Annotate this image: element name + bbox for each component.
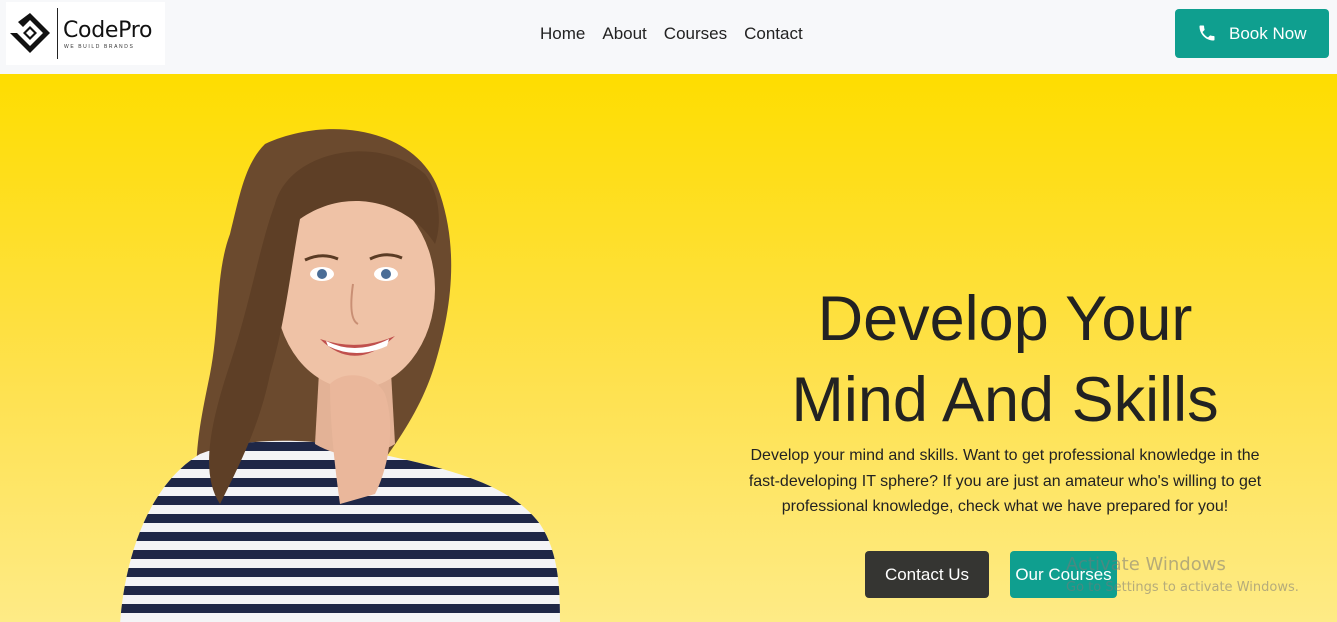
watermark-subtitle: Go to Settings to activate Windows. [1066,580,1299,595]
hero-portrait-image [120,129,560,622]
main-nav: Home About Courses Contact [540,24,820,44]
logo-mark-icon [10,13,50,53]
logo-divider [57,8,58,59]
nav-link-courses[interactable]: Courses [664,24,727,44]
hero-headline: Develop Your Mind And Skills [740,279,1270,441]
hero-headline-line-1: Develop Your [817,284,1193,354]
brand-logo[interactable]: CodePro WE BUILD BRANDS [6,2,165,65]
hero-headline-line-2: Mind And Skills [791,365,1219,435]
book-now-button[interactable]: Book Now [1175,9,1329,58]
watermark-title: Activate Windows [1066,554,1226,575]
navbar: CodePro WE BUILD BRANDS Home About Cours… [0,0,1337,74]
nav-link-contact[interactable]: Contact [744,24,803,44]
windows-activation-watermark: Activate Windows Go to Settings to activ… [1066,554,1299,598]
book-now-label: Book Now [1229,24,1307,43]
brand-name: CodePro [63,18,153,43]
hero-section: Develop Your Mind And Skills Develop you… [0,74,1337,622]
brand-tagline: WE BUILD BRANDS [64,44,135,50]
nav-link-about[interactable]: About [602,24,646,44]
phone-icon [1199,25,1215,41]
nav-link-home[interactable]: Home [540,24,585,44]
hero-description: Develop your mind and skills. Want to ge… [748,447,1262,515]
contact-us-button[interactable]: Contact Us [865,551,989,598]
